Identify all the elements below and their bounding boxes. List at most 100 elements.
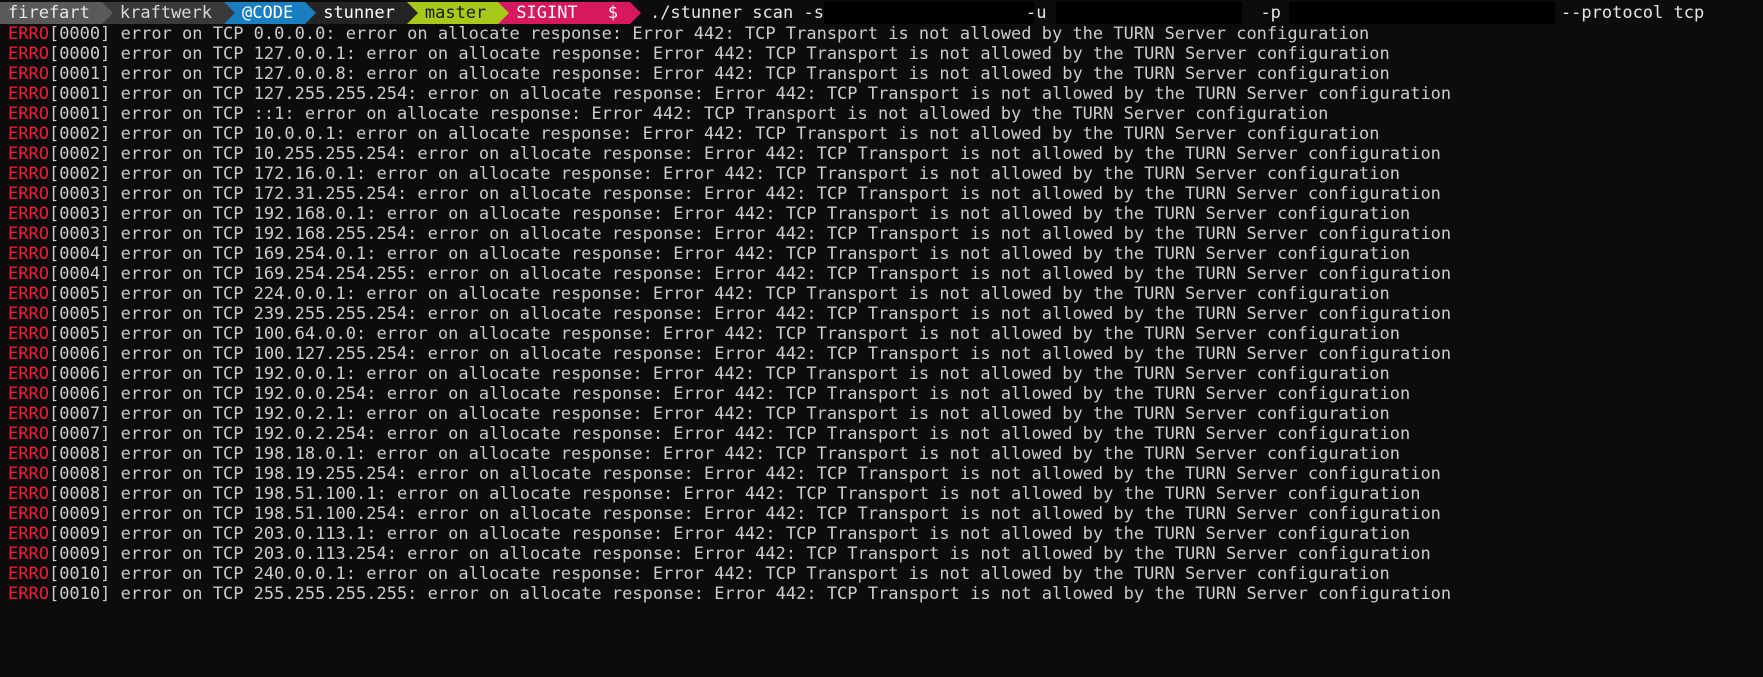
log-timestamp: [0009] — [48, 504, 111, 524]
log-line: ERRO[0003] error on TCP 172.31.255.254: … — [8, 184, 1451, 204]
log-message: error on TCP 224.0.0.1: error on allocat… — [110, 284, 1390, 304]
log-line: ERRO[0001] error on TCP 127.255.255.254:… — [8, 84, 1451, 104]
log-message: error on TCP 100.64.0.0: error on alloca… — [110, 324, 1400, 344]
log-message: error on TCP 192.0.0.254: error on alloc… — [110, 384, 1411, 404]
log-timestamp: [0000] — [48, 24, 111, 44]
log-level: ERRO — [8, 44, 49, 64]
log-line: ERRO[0009] error on TCP 203.0.113.1: err… — [8, 524, 1451, 544]
log-line: ERRO[0003] error on TCP 192.168.0.1: err… — [8, 204, 1451, 224]
log-message: error on TCP 172.31.255.254: error on al… — [110, 184, 1441, 204]
log-line: ERRO[0008] error on TCP 198.18.0.1: erro… — [8, 444, 1451, 464]
redacted-server — [823, 2, 1034, 24]
log-message: error on TCP 198.51.100.1: error on allo… — [110, 484, 1421, 504]
log-message: error on TCP 198.18.0.1: error on alloca… — [110, 444, 1400, 464]
prompt-signal-segment: SIGINT — [498, 2, 602, 24]
log-level: ERRO — [8, 84, 49, 104]
log-timestamp: [0008] — [48, 444, 111, 464]
log-timestamp: [0008] — [48, 464, 111, 484]
log-timestamp: [0003] — [48, 204, 111, 224]
log-level: ERRO — [8, 344, 49, 364]
log-message: error on TCP 169.254.0.1: error on alloc… — [110, 244, 1411, 264]
log-message: error on TCP 192.0.2.254: error on alloc… — [110, 424, 1411, 444]
prompt-user-segment: firefart — [0, 2, 113, 24]
log-message: error on TCP 192.0.0.1: error on allocat… — [110, 364, 1390, 384]
redacted-username — [1056, 2, 1243, 24]
log-level: ERRO — [8, 224, 49, 244]
log-message: error on TCP 192.168.0.1: error on alloc… — [110, 204, 1411, 224]
log-line: ERRO[0006] error on TCP 100.127.255.254:… — [8, 344, 1451, 364]
log-level: ERRO — [8, 324, 49, 344]
log-timestamp: [0007] — [48, 404, 111, 424]
command-input[interactable]: ./stunner scan -s -u -p --protocol tcp — [650, 2, 1704, 24]
log-line: ERRO[0010] error on TCP 255.255.255.255:… — [8, 584, 1451, 604]
log-message: error on TCP 127.0.0.8: error on allocat… — [110, 64, 1390, 84]
log-timestamp: [0005] — [48, 304, 111, 324]
log-line: ERRO[0005] error on TCP 224.0.0.1: error… — [8, 284, 1451, 304]
log-line: ERRO[0005] error on TCP 239.255.255.254:… — [8, 304, 1451, 324]
log-message: error on TCP 192.0.2.1: error on allocat… — [110, 404, 1390, 424]
log-timestamp: [0005] — [48, 324, 111, 344]
log-line: ERRO[0002] error on TCP 10.255.255.254: … — [8, 144, 1451, 164]
prompt-directory-segment: stunner — [305, 2, 418, 24]
log-timestamp: [0002] — [48, 164, 111, 184]
log-line: ERRO[0000] error on TCP 127.0.0.1: error… — [8, 44, 1451, 64]
log-line: ERRO[0009] error on TCP 203.0.113.254: e… — [8, 544, 1451, 564]
log-timestamp: [0004] — [48, 264, 111, 284]
log-timestamp: [0006] — [48, 344, 111, 364]
log-level: ERRO — [8, 124, 49, 144]
log-message: error on TCP 10.255.255.254: error on al… — [110, 144, 1441, 164]
log-level: ERRO — [8, 484, 49, 504]
log-level: ERRO — [8, 364, 49, 384]
log-timestamp: [0001] — [48, 64, 111, 84]
log-level: ERRO — [8, 204, 49, 224]
log-timestamp: [0006] — [48, 364, 111, 384]
log-timestamp: [0006] — [48, 384, 111, 404]
log-line: ERRO[0005] error on TCP 100.64.0.0: erro… — [8, 324, 1451, 344]
shell-prompt: firefart kraftwerk @CODE stunner master … — [0, 2, 1763, 24]
log-message: error on TCP 239.255.255.254: error on a… — [110, 304, 1452, 324]
log-level: ERRO — [8, 504, 49, 524]
log-level: ERRO — [8, 164, 49, 184]
log-message: error on TCP 0.0.0.0: error on allocate … — [110, 24, 1370, 44]
log-level: ERRO — [8, 304, 49, 324]
log-message: error on TCP 10.0.0.1: error on allocate… — [110, 124, 1380, 144]
log-line: ERRO[0010] error on TCP 240.0.0.1: error… — [8, 564, 1451, 584]
log-level: ERRO — [8, 384, 49, 404]
prompt-tag-segment: @CODE — [224, 2, 317, 24]
log-timestamp: [0003] — [48, 184, 111, 204]
prompt-git-branch-segment: master — [406, 2, 510, 24]
log-level: ERRO — [8, 104, 49, 124]
log-line: ERRO[0009] error on TCP 198.51.100.254: … — [8, 504, 1451, 524]
log-line: ERRO[0006] error on TCP 192.0.0.254: err… — [8, 384, 1451, 404]
log-level: ERRO — [8, 424, 49, 444]
log-message: error on TCP 203.0.113.1: error on alloc… — [110, 524, 1411, 544]
log-message: error on TCP 100.127.255.254: error on a… — [110, 344, 1452, 364]
log-timestamp: [0001] — [48, 84, 111, 104]
log-message: error on TCP 203.0.113.254: error on all… — [110, 544, 1431, 564]
log-line: ERRO[0007] error on TCP 192.0.2.1: error… — [8, 404, 1451, 424]
log-level: ERRO — [8, 584, 49, 604]
log-message: error on TCP 127.0.0.1: error on allocat… — [110, 44, 1390, 64]
log-message: error on TCP 127.255.255.254: error on a… — [110, 84, 1452, 104]
log-level: ERRO — [8, 444, 49, 464]
log-message: error on TCP 169.254.254.255: error on a… — [110, 264, 1452, 284]
log-message: error on TCP 255.255.255.255: error on a… — [110, 584, 1452, 604]
log-line: ERRO[0000] error on TCP 0.0.0.0: error o… — [8, 24, 1451, 44]
log-level: ERRO — [8, 264, 49, 284]
command-text-protocol: --protocol tcp — [1560, 3, 1705, 23]
log-line: ERRO[0004] error on TCP 169.254.0.1: err… — [8, 244, 1451, 264]
log-timestamp: [0010] — [48, 564, 111, 584]
redacted-password — [1288, 2, 1555, 24]
log-timestamp: [0000] — [48, 44, 111, 64]
terminal-output: ERRO[0000] error on TCP 0.0.0.0: error o… — [8, 24, 1451, 604]
log-timestamp: [0002] — [48, 124, 111, 144]
log-line: ERRO[0008] error on TCP 198.51.100.1: er… — [8, 484, 1451, 504]
log-timestamp: [0010] — [48, 584, 111, 604]
log-timestamp: [0008] — [48, 484, 111, 504]
command-text-scan: ./stunner scan -s — [649, 3, 824, 23]
log-message: error on TCP 240.0.0.1: error on allocat… — [110, 564, 1390, 584]
log-level: ERRO — [8, 244, 49, 264]
log-line: ERRO[0007] error on TCP 192.0.2.254: err… — [8, 424, 1451, 444]
log-line: ERRO[0002] error on TCP 10.0.0.1: error … — [8, 124, 1451, 144]
log-level: ERRO — [8, 464, 49, 484]
